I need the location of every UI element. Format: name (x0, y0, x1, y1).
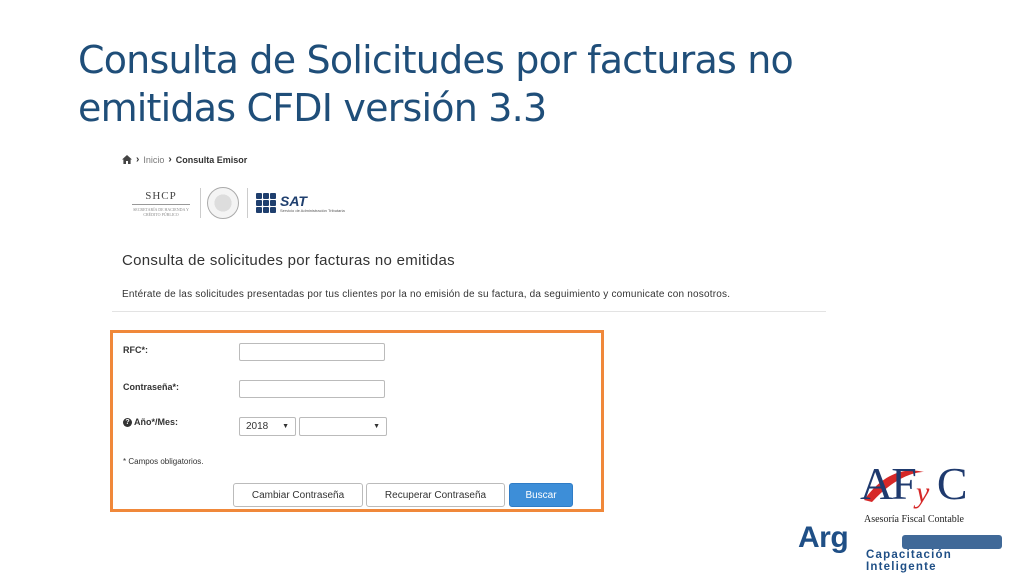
rfc-label: RFC*: (123, 345, 148, 355)
slide-title: Consulta de Solicitudes por facturas no … (78, 38, 794, 130)
capacitacion-logo-word: Arg (798, 521, 849, 554)
year-select[interactable]: 2018 ▼ (239, 417, 296, 436)
year-month-label: ? Año*/Mes: (123, 417, 179, 428)
chevron-right-icon: › (168, 154, 172, 165)
change-password-button[interactable]: Cambiar Contraseña (233, 483, 363, 507)
page-title: Consulta de solicitudes por facturas no … (122, 252, 455, 269)
page-description: Entérate de las solicitudes presentadas … (122, 289, 731, 300)
highlighted-form: RFC*: Contraseña*: ? Año*/Mes: 2018 ▼ ▼ *… (110, 330, 604, 512)
capacitacion-logo-line1: Capacitación (864, 549, 954, 561)
government-logos: SHCP SECRETARÍA DE HACIENDA Y CRÉDITO PÚ… (128, 186, 345, 220)
rfc-input[interactable] (239, 343, 385, 361)
afc-logo-left: AF C (860, 458, 967, 509)
required-fields-note: * Campos obligatorios. (123, 457, 204, 466)
shcp-logo: SHCP SECRETARÍA DE HACIENDA Y CRÉDITO PÚ… (128, 190, 194, 217)
recover-password-button[interactable]: Recuperar Contraseña (366, 483, 505, 507)
breadcrumb-consulta-emisor: Consulta Emisor (175, 154, 248, 165)
capacitacion-logo: Arg Capacitación Inteligente (798, 521, 1008, 573)
year-month-label-text: Año*/Mes: (134, 417, 179, 427)
breadcrumb: › Inicio › Consulta Emisor (122, 154, 247, 165)
screenshot-panel: › Inicio › Consulta Emisor SHCP SECRETAR… (110, 146, 832, 526)
breadcrumb-inicio[interactable]: Inicio (143, 155, 164, 165)
sat-logo-mark-icon (256, 193, 276, 213)
year-select-value: 2018 (246, 421, 269, 432)
month-select[interactable]: ▼ (299, 417, 387, 436)
afc-logo-y: y (916, 476, 930, 509)
sat-logo-text: SAT (280, 192, 307, 209)
caret-down-icon: ▼ (282, 423, 289, 430)
capacitacion-logo-line2: Inteligente (864, 561, 939, 573)
afc-logo: AF C y Asesoría Fiscal Contable (860, 458, 995, 528)
sat-logo: SAT Servicio de Administración Tributari… (280, 194, 345, 213)
password-input[interactable] (239, 380, 385, 398)
sat-logo-subtext: Servicio de Administración Tributaria (280, 207, 345, 213)
shcp-logo-subtext: SECRETARÍA DE HACIENDA Y CRÉDITO PÚBLICO (133, 206, 189, 217)
shcp-logo-text: SHCP (145, 189, 177, 202)
home-icon[interactable] (122, 155, 132, 164)
search-button[interactable]: Buscar (509, 483, 573, 507)
divider (112, 311, 826, 312)
password-label: Contraseña*: (123, 382, 180, 392)
caret-down-icon: ▼ (373, 423, 380, 430)
national-seal-icon (207, 187, 239, 219)
chevron-right-icon: › (136, 154, 140, 165)
question-circle-icon[interactable]: ? (123, 418, 132, 428)
